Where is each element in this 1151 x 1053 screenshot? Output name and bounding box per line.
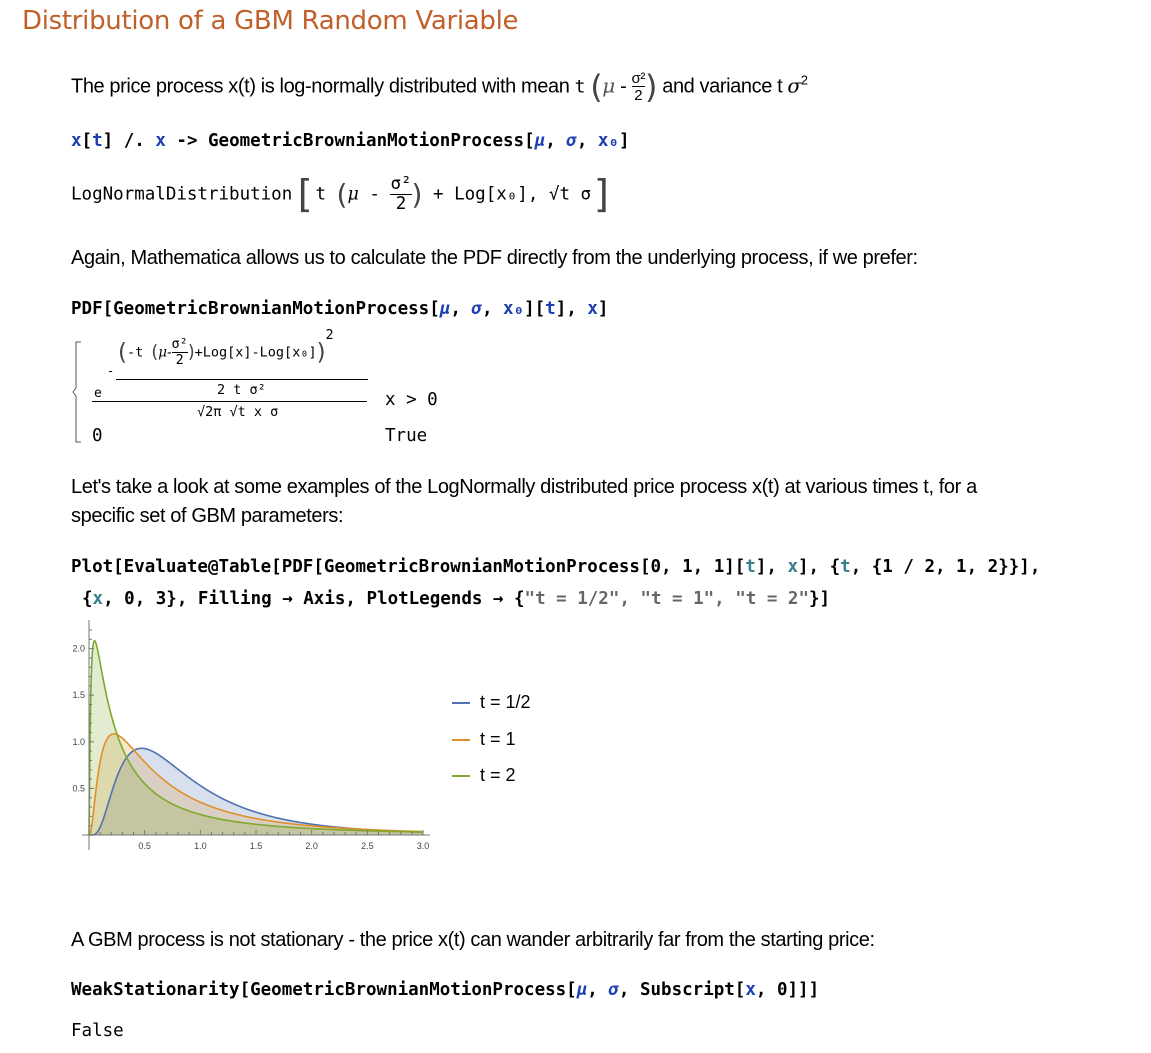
y-tick-label: 2.0 — [72, 644, 85, 654]
legend-label: t = 2 — [480, 765, 516, 785]
pdf-plot: 0.5 1.0 1.5 2.0 2.5 3.0 0.5 1.0 1.5 2.0 — [72, 620, 430, 851]
symbol-x: x — [745, 980, 756, 1000]
y-tick-label: 1.5 — [72, 690, 85, 700]
symbol-sigma: σ — [608, 980, 619, 1000]
input-cell-4[interactable]: WeakStationarity[GeometricBrownianMotion… — [71, 980, 819, 1000]
y-tick-label: 1.0 — [72, 737, 85, 747]
symbol-mu: μ — [576, 980, 588, 1000]
output-cell-4: False — [71, 1021, 124, 1041]
legend-label: t = 1/2 — [480, 692, 531, 712]
legend-item: t = 1 — [452, 729, 516, 750]
x-tick-label: 1.5 — [250, 841, 263, 851]
legend-label: t = 1 — [480, 729, 516, 749]
legend-swatch — [452, 702, 470, 705]
x-tick-label: 3.0 — [417, 841, 430, 851]
legend-item: t = 1/2 — [452, 692, 531, 713]
x-tick-label: 2.5 — [361, 841, 374, 851]
x-tick-label: 2.0 — [305, 841, 318, 851]
legend-item: t = 2 — [452, 765, 516, 786]
series-fill-3 — [89, 640, 423, 835]
legend-swatch — [452, 775, 470, 778]
legend-swatch — [452, 739, 470, 742]
x-tick-label: 0.5 — [138, 841, 151, 851]
x-tick-label: 1.0 — [194, 841, 207, 851]
text-cell-stationarity: A GBM process is not stationary - the pr… — [71, 929, 875, 951]
y-tick-label: 0.5 — [72, 783, 85, 793]
